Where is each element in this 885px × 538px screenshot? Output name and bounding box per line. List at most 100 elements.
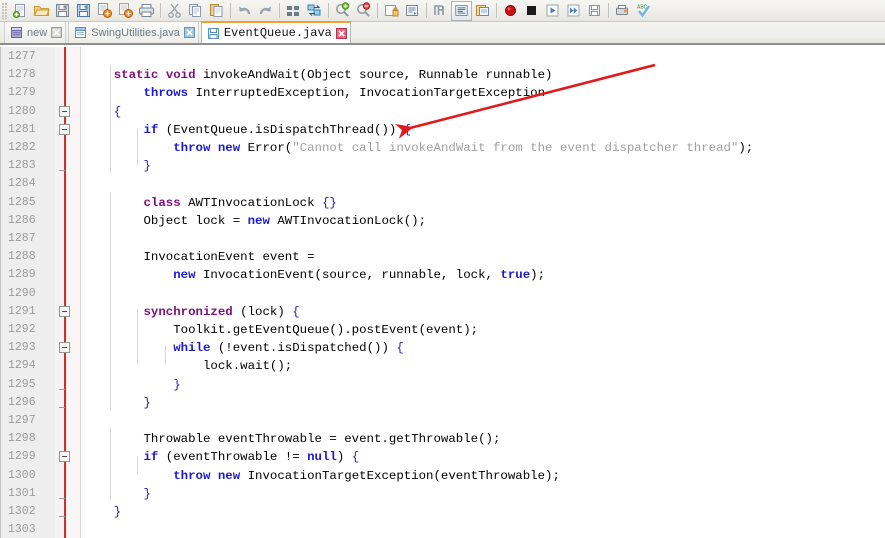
- replace-icon[interactable]: [304, 1, 325, 21]
- close-icon[interactable]: [335, 27, 347, 39]
- code-row[interactable]: 1278 static void invokeAndWait(Object so…: [0, 66, 885, 84]
- code-row[interactable]: 1299 if (eventThrowable != null) {: [0, 448, 885, 466]
- code-row[interactable]: 1284: [0, 175, 885, 193]
- code-text[interactable]: new InvocationEvent(source, runnable, lo…: [84, 266, 545, 284]
- code-text[interactable]: Toolkit.getEventQueue().postEvent(event)…: [84, 321, 478, 339]
- code-text[interactable]: throws InterruptedException, InvocationT…: [84, 84, 546, 102]
- stop-macro-icon[interactable]: [521, 1, 542, 21]
- code-text[interactable]: while (!event.isDispatched()) {: [84, 339, 404, 357]
- code-row[interactable]: 1290: [0, 285, 885, 303]
- run-icon[interactable]: [612, 1, 633, 21]
- line-number: 1290: [8, 286, 36, 300]
- play-macro-icon[interactable]: [542, 1, 563, 21]
- fast-forward-macro-icon[interactable]: [563, 1, 584, 21]
- document-tab-bar: new SwingUtilities.java EventQueue.java: [0, 21, 885, 45]
- code-row[interactable]: 1283 }: [0, 157, 885, 175]
- code-row[interactable]: 1303: [0, 521, 885, 538]
- code-text[interactable]: }: [84, 503, 121, 521]
- code-row[interactable]: 1294 lock.wait();: [0, 357, 885, 375]
- toolbar-separator: [426, 3, 427, 18]
- fold-collapse-icon[interactable]: [59, 105, 70, 117]
- code-text[interactable]: }: [84, 394, 151, 412]
- fold-collapse-icon[interactable]: [59, 305, 70, 317]
- code-text[interactable]: if (EventQueue.isDispatchThread()) {: [84, 121, 412, 139]
- fold-collapse-icon[interactable]: [59, 123, 70, 135]
- code-text[interactable]: if (eventThrowable != null) {: [84, 448, 360, 466]
- zoom-out-icon[interactable]: [353, 1, 374, 21]
- fold-end-marker: [59, 516, 65, 517]
- save-icon[interactable]: [52, 1, 73, 21]
- code-text[interactable]: Object lock = new AWTInvocationLock();: [84, 212, 426, 230]
- save-session-icon[interactable]: [115, 1, 136, 21]
- record-macro-icon[interactable]: [500, 1, 521, 21]
- code-text[interactable]: class AWTInvocationLock {}: [84, 194, 337, 212]
- spell-check-icon[interactable]: ABC: [633, 1, 654, 21]
- close-icon[interactable]: [51, 27, 63, 38]
- code-text[interactable]: }: [84, 376, 180, 394]
- code-editor[interactable]: 1277 1278 static void invokeAndWait(Objec…: [0, 47, 885, 538]
- redo-icon[interactable]: [255, 1, 276, 21]
- open-folder-icon[interactable]: [31, 1, 52, 21]
- fold-collapse-icon[interactable]: [59, 342, 70, 354]
- code-row[interactable]: 1297: [0, 412, 885, 430]
- line-number: 1288: [8, 250, 36, 264]
- code-row[interactable]: 1293 while (!event.isDispatched()) {: [0, 339, 885, 357]
- show-all-chars-icon[interactable]: [430, 1, 451, 21]
- code-row[interactable]: 1301 }: [0, 485, 885, 503]
- code-text[interactable]: throw new InvocationTargetException(even…: [84, 467, 560, 485]
- code-row[interactable]: 1288 InvocationEvent event =: [0, 248, 885, 266]
- code-text[interactable]: lock.wait();: [84, 357, 292, 375]
- code-row[interactable]: 1277: [0, 48, 885, 66]
- toolbar-separator: [328, 3, 329, 18]
- undo-icon[interactable]: [234, 1, 255, 21]
- save-macro-icon[interactable]: [584, 1, 605, 21]
- line-number: 1294: [8, 359, 36, 373]
- fold-collapse-icon[interactable]: [59, 451, 70, 463]
- code-text[interactable]: synchronized (lock) {: [84, 303, 300, 321]
- code-row[interactable]: 1300 throw new InvocationTargetException…: [0, 467, 885, 485]
- code-row[interactable]: 1282 throw new Error("Cannot call invoke…: [0, 139, 885, 157]
- show-symbol-icon[interactable]: [472, 1, 493, 21]
- code-row[interactable]: 1279 throws InterruptedException, Invoca…: [0, 84, 885, 102]
- tab-eventqueue-java[interactable]: EventQueue.java: [200, 21, 351, 43]
- code-text[interactable]: static void invokeAndWait(Object source,…: [84, 66, 553, 84]
- code-row[interactable]: 1295 }: [0, 376, 885, 394]
- copy-icon[interactable]: [185, 1, 206, 21]
- save-as-icon[interactable]: [73, 1, 94, 21]
- close-icon[interactable]: [183, 27, 195, 38]
- code-text[interactable]: }: [84, 485, 151, 503]
- code-row[interactable]: 1298 Throwable eventThrowable = event.ge…: [0, 430, 885, 448]
- save-all-icon[interactable]: [94, 1, 115, 21]
- code-row[interactable]: 1286 Object lock = new AWTInvocationLock…: [0, 212, 885, 230]
- toolbar-separator: [160, 3, 161, 18]
- tab-new[interactable]: new: [4, 22, 67, 43]
- code-row[interactable]: 1289 new InvocationEvent(source, runnabl…: [0, 266, 885, 284]
- zoom-in-icon[interactable]: [332, 1, 353, 21]
- find-icon[interactable]: [283, 1, 304, 21]
- code-row[interactable]: 1296 }: [0, 394, 885, 412]
- code-text[interactable]: Throwable eventThrowable = event.getThro…: [84, 430, 500, 448]
- code-row[interactable]: 1302 }: [0, 503, 885, 521]
- toolbar-drag-handle[interactable]: [2, 2, 7, 19]
- code-row[interactable]: 1287: [0, 230, 885, 248]
- sync-scroll-icon[interactable]: [381, 1, 402, 21]
- code-text[interactable]: {: [84, 103, 121, 121]
- line-number: 1299: [8, 450, 36, 464]
- fold-end-marker: [59, 406, 65, 408]
- tab-swingutilities-java[interactable]: SwingUtilities.java: [68, 22, 199, 43]
- code-row[interactable]: 1281 if (EventQueue.isDispatchThread()) …: [0, 121, 885, 139]
- code-row[interactable]: 1292 Toolkit.getEventQueue().postEvent(e…: [0, 321, 885, 339]
- code-text[interactable]: }: [84, 157, 151, 175]
- code-text[interactable]: throw new Error("Cannot call invokeAndWa…: [84, 139, 753, 157]
- paste-icon[interactable]: [206, 1, 227, 21]
- word-wrap-icon[interactable]: [402, 1, 423, 21]
- new-file-icon[interactable]: [10, 1, 31, 21]
- line-number: 1287: [8, 232, 36, 245]
- cut-icon[interactable]: [164, 1, 185, 21]
- code-row[interactable]: 1291 synchronized (lock) {: [0, 303, 885, 321]
- code-text[interactable]: InvocationEvent event =: [84, 248, 314, 266]
- indent-guide-icon[interactable]: [451, 0, 472, 21]
- print-icon[interactable]: [136, 1, 157, 21]
- code-row[interactable]: 1285 class AWTInvocationLock {}: [0, 194, 885, 212]
- code-row[interactable]: 1280 {: [0, 103, 885, 121]
